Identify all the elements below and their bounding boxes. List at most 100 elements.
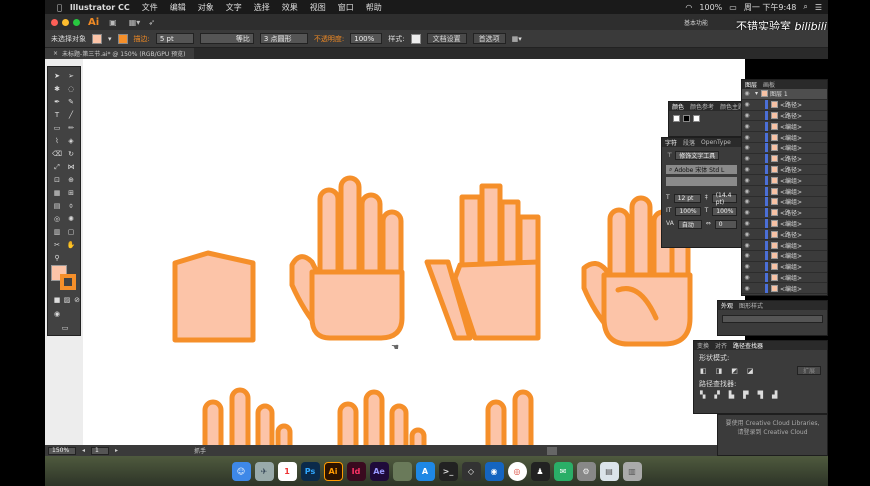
terminal-icon[interactable]: >_ <box>438 461 458 481</box>
stroke-color-icon[interactable] <box>60 274 76 290</box>
eye-icon[interactable]: ◉ <box>742 188 752 195</box>
merge-icon[interactable]: ▙ <box>729 391 734 399</box>
graph-tool-icon[interactable]: ▥ <box>52 227 62 237</box>
disclosure-icon[interactable]: ▾ <box>755 90 758 97</box>
exclude-icon[interactable]: ◪ <box>747 367 754 375</box>
lasso-tool-icon[interactable]: ◌ <box>66 84 76 94</box>
menu-file[interactable]: 文件 <box>142 2 158 13</box>
layer-row[interactable]: ◉ <编组> <box>742 175 827 187</box>
stroke-profile-select[interactable]: 等比 <box>199 33 254 44</box>
wifi-icon[interactable]: ◠ <box>685 3 692 12</box>
hand-tool-icon[interactable]: ✋ <box>66 240 76 250</box>
eye-icon[interactable]: ◉ <box>742 177 752 184</box>
eye-icon[interactable]: ◉ <box>742 231 752 238</box>
stroke-label[interactable]: 描边: <box>134 34 150 44</box>
opacity-field[interactable]: 100% <box>350 33 383 44</box>
next-artboard-icon[interactable]: ▸ <box>115 447 118 454</box>
tab-appearance[interactable]: 外观 <box>721 301 733 310</box>
eraser-tool-icon[interactable]: ⌫ <box>52 149 62 159</box>
stroke-swatch[interactable] <box>117 33 128 44</box>
opacity-label[interactable]: 不透明度: <box>314 34 344 44</box>
layer-name[interactable]: <编组> <box>780 122 802 131</box>
layer-row[interactable]: ◉<编组> <box>742 294 827 295</box>
eye-icon[interactable]: ◉ <box>742 242 752 249</box>
free-transform-tool-icon[interactable]: ⊡ <box>52 175 62 185</box>
minus-back-icon[interactable]: ▟ <box>772 391 777 399</box>
layer-name[interactable]: <编组> <box>780 273 802 282</box>
selection-tool-icon[interactable]: ➤ <box>52 71 62 81</box>
screen-mode-icon[interactable]: ▭ <box>60 323 70 333</box>
menu-window[interactable]: 窗口 <box>338 2 354 13</box>
expand-button[interactable]: 扩展 <box>796 366 821 375</box>
vertical-scale-field[interactable]: 100% <box>675 207 701 216</box>
eye-icon[interactable]: ◉ <box>742 285 752 292</box>
layer-row[interactable]: ◉ <路径> <box>742 229 827 241</box>
tab-color-themes[interactable]: 颜色主题 <box>720 102 741 111</box>
font-size-field[interactable]: 12 pt <box>673 194 701 203</box>
leading-field[interactable]: (14.4 pt) <box>711 192 737 206</box>
brush-select[interactable]: 3 点圆形 <box>259 33 308 44</box>
zoom-select[interactable]: 150% <box>48 446 76 455</box>
indesign-icon[interactable]: Id <box>346 461 366 481</box>
arrange-docs-icon[interactable]: ▦▾ <box>129 18 141 27</box>
menu-type[interactable]: 文字 <box>226 2 242 13</box>
tab-paragraph[interactable]: 段落 <box>683 138 695 147</box>
layer-row[interactable]: ◉<编组> <box>742 262 827 273</box>
eyedropper-tool-icon[interactable]: ⌽ <box>66 201 76 211</box>
menu-select[interactable]: 选择 <box>254 2 270 13</box>
symbol-sprayer-tool-icon[interactable]: ✺ <box>66 214 76 224</box>
tab-opentype[interactable]: OpenType <box>701 139 731 146</box>
crop-icon[interactable]: ▛ <box>743 391 748 399</box>
tab-color[interactable]: 颜色 <box>672 102 684 111</box>
wechat-icon[interactable]: ✉ <box>553 461 573 481</box>
color-mode-icon[interactable]: ■ <box>52 295 62 305</box>
search-icon[interactable]: ⌕ <box>803 2 807 12</box>
kerning-field[interactable]: 自动 <box>677 220 702 229</box>
divide-icon[interactable]: ▚ <box>700 391 705 399</box>
width-tool-icon[interactable]: ⋈ <box>66 162 76 172</box>
layer-row[interactable]: ◉ <路径> <box>742 154 827 165</box>
mesh-tool-icon[interactable]: ⊞ <box>66 188 76 198</box>
eye-icon[interactable]: ◉ <box>742 123 752 130</box>
qq-icon[interactable]: ♟ <box>530 461 550 481</box>
qq-browser-icon[interactable]: ◉ <box>484 461 504 481</box>
calendar-icon[interactable]: 1 <box>277 461 297 481</box>
rectangle-tool-icon[interactable]: ▭ <box>52 123 62 133</box>
clock[interactable]: 周一 下午9:48 <box>744 2 797 13</box>
tab-transform[interactable]: 变换 <box>697 341 709 350</box>
curvature-tool-icon[interactable]: ✎ <box>66 97 76 107</box>
rotate-tool-icon[interactable]: ↻ <box>66 149 76 159</box>
layer-row[interactable]: ◉<编组> <box>742 132 827 143</box>
minus-front-icon[interactable]: ◨ <box>716 367 723 375</box>
outline-icon[interactable]: ▜ <box>758 391 763 399</box>
apple-icon[interactable]:  <box>57 3 62 12</box>
artboard-number[interactable]: 1 <box>91 446 110 455</box>
workspace-switcher[interactable]: 基本功能 <box>684 18 708 27</box>
layer-row-top[interactable]: ◉ ▾ 图层 1 <box>742 89 827 100</box>
layer-name[interactable]: <路径> <box>780 165 802 174</box>
eye-icon[interactable]: ◉ <box>742 90 752 97</box>
arrange-icon[interactable]: ▦▾ <box>512 35 522 43</box>
eye-icon[interactable]: ◉ <box>742 134 752 141</box>
layer-name[interactable]: <编组> <box>780 176 802 185</box>
cc-libraries-signin-link[interactable]: 请登录到 Creative Cloud <box>718 427 827 436</box>
chrome-icon[interactable]: ◎ <box>507 461 527 481</box>
close-icon[interactable] <box>51 18 58 26</box>
layer-name[interactable]: <编组> <box>780 262 802 271</box>
layer-name[interactable]: <路径> <box>780 111 802 120</box>
app-menu[interactable]: Illustrator CC <box>70 3 130 12</box>
magic-wand-tool-icon[interactable]: ✱ <box>52 84 62 94</box>
style-swatch[interactable] <box>410 33 421 44</box>
unite-icon[interactable]: ◧ <box>700 367 707 375</box>
shaper-tool-icon[interactable]: ◈ <box>66 136 76 146</box>
layer-row[interactable]: ◉ <路径> <box>742 110 827 122</box>
eye-icon[interactable]: ◉ <box>742 112 752 119</box>
horizontal-scale-field[interactable]: 100% <box>712 207 738 216</box>
battery-icon[interactable]: ▭ <box>729 3 737 12</box>
eye-icon[interactable]: ◉ <box>742 274 752 281</box>
settings-icon[interactable]: ⚙ <box>576 461 596 481</box>
type-tool-icon[interactable]: T <box>52 110 62 120</box>
artboard-canvas[interactable]: ☚ <box>83 59 745 445</box>
tab-align[interactable]: 对齐 <box>715 341 727 350</box>
menu-effect[interactable]: 效果 <box>282 2 298 13</box>
